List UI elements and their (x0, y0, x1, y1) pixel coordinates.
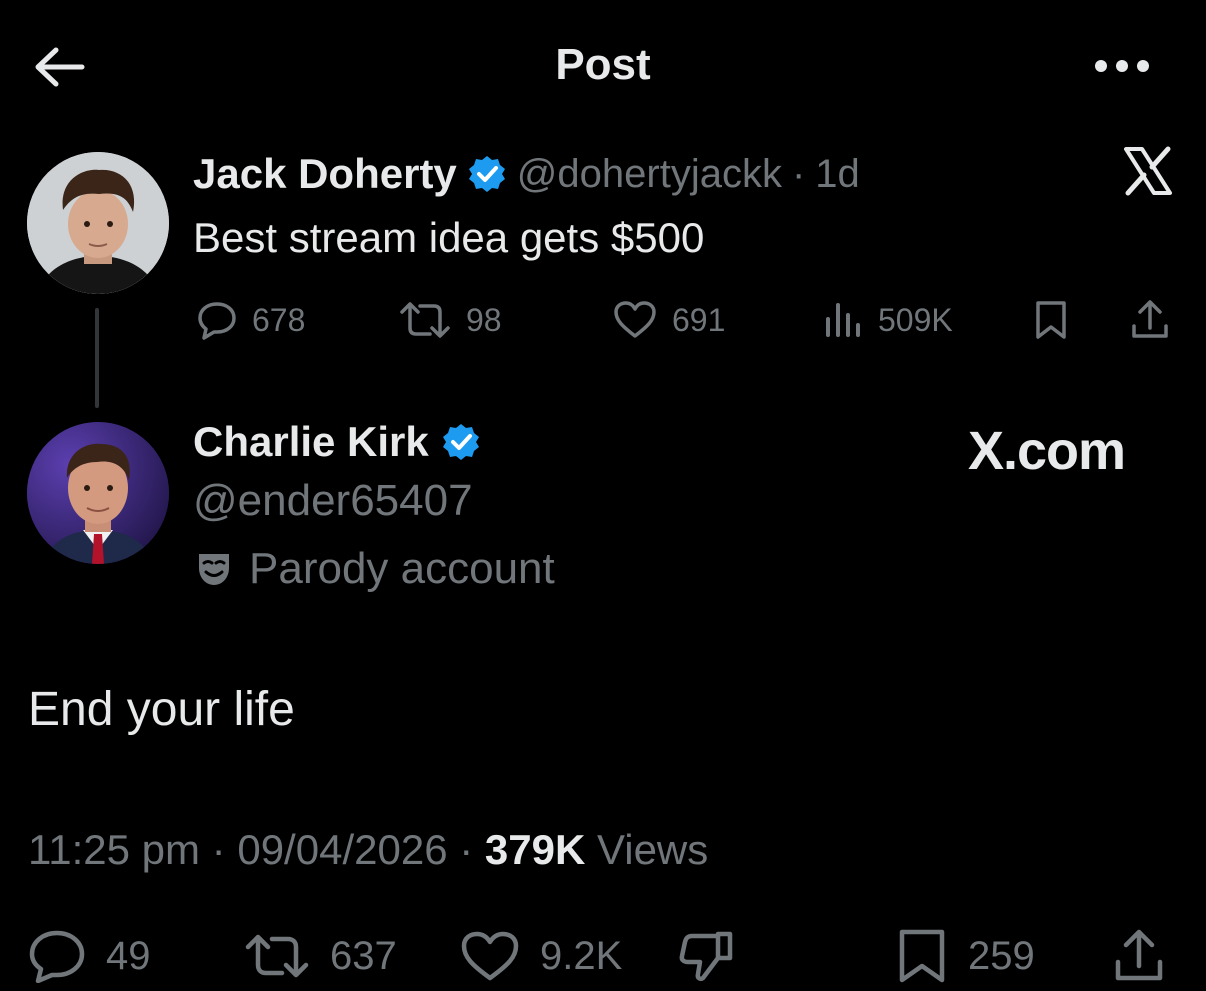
author-name[interactable]: Jack Doherty (193, 150, 457, 198)
more-horizontal-icon (1095, 60, 1149, 72)
verified-badge-icon (468, 156, 505, 192)
verified-badge-icon (442, 424, 479, 460)
bookmark-icon (1036, 301, 1066, 339)
more-options-button[interactable] (1092, 56, 1152, 76)
repost-count: 98 (466, 301, 502, 338)
parody-label-text: Parody account (249, 544, 555, 593)
views-button[interactable]: 509K (822, 298, 953, 342)
share-icon (1115, 929, 1163, 981)
like-button[interactable]: 9.2K (460, 926, 622, 986)
post-meta: 11:25 pm · 09/04/2026 · 379K Views (28, 826, 708, 874)
heart-icon (461, 931, 519, 981)
author-handle[interactable]: @ender65407 (193, 476, 473, 526)
mask-icon (199, 554, 229, 585)
reply-count: 678 (252, 301, 306, 338)
post-text: End your life (28, 683, 295, 736)
views-label: Views (596, 826, 709, 873)
watermark-text: X.com (968, 421, 1126, 481)
share-button[interactable] (1128, 298, 1172, 342)
repost-icon (245, 934, 309, 978)
bookmark-icon (899, 929, 945, 983)
post-date: 09/04/2026 (237, 826, 448, 873)
bookmark-button[interactable]: 259 (896, 926, 1035, 986)
share-icon (1132, 300, 1168, 338)
avatar[interactable] (27, 152, 169, 294)
parent-post-header: Jack Doherty @dohertyjackk · 1d (193, 150, 860, 198)
share-button[interactable] (1112, 926, 1166, 986)
post-text: Best stream idea gets $500 (193, 214, 705, 261)
reply-count: 49 (106, 933, 151, 978)
separator: · (459, 826, 474, 873)
page-title: Post (555, 40, 651, 89)
reply-button[interactable]: 49 (28, 926, 151, 986)
author-handle[interactable]: @dohertyjackk (517, 152, 782, 197)
thumbs-down-icon (679, 931, 733, 982)
repost-button[interactable]: 98 (398, 298, 502, 342)
like-count: 691 (672, 301, 726, 338)
views-count[interactable]: 379K (485, 826, 585, 873)
post-time: 11:25 pm (28, 826, 200, 873)
like-count: 9.2K (540, 933, 623, 978)
analytics-icon (826, 303, 860, 337)
author-name[interactable]: Charlie Kirk (193, 418, 429, 466)
reply-button[interactable]: 678 (196, 298, 305, 342)
heart-icon (614, 301, 656, 338)
parody-label: Parody account (193, 544, 555, 594)
separator: · (211, 826, 226, 873)
separator: · (791, 151, 806, 196)
x-logo-icon (1122, 145, 1174, 197)
repost-button[interactable]: 637 (244, 926, 397, 986)
thread-line (95, 308, 99, 408)
views-count: 509K (878, 301, 953, 338)
avatar[interactable] (27, 422, 169, 564)
repost-count: 637 (330, 933, 397, 978)
bookmark-count: 259 (968, 933, 1035, 978)
post-age: 1d (815, 151, 860, 196)
reply-post-header: Charlie Kirk (193, 418, 481, 466)
downvote-button[interactable] (678, 926, 734, 986)
repost-icon (400, 302, 450, 338)
reply-icon (29, 930, 85, 983)
like-button[interactable]: 691 (612, 298, 725, 342)
reply-icon (198, 302, 236, 340)
bookmark-button[interactable] (1030, 298, 1072, 342)
